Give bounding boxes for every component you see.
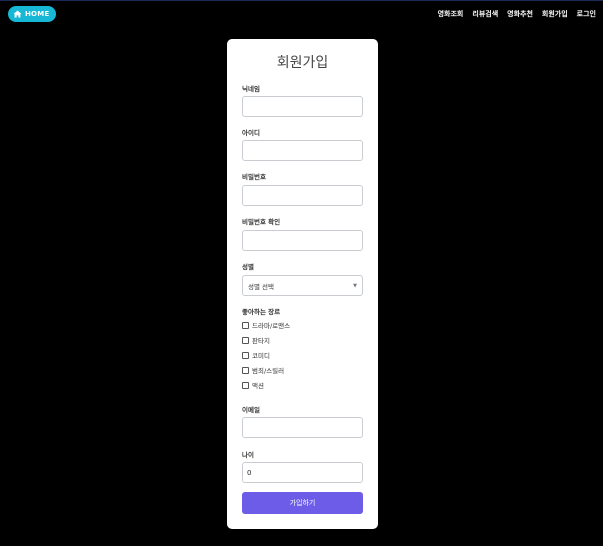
gender-select-value: 성별 선택 xyxy=(248,282,274,291)
home-button[interactable]: HOME xyxy=(8,6,57,22)
genre-checkbox-drama-romance[interactable]: 드라마/로맨스 xyxy=(242,320,290,330)
email-field[interactable] xyxy=(242,417,363,438)
genre-checkbox-crime-thriller[interactable]: 범죄/스릴러 xyxy=(242,365,284,375)
signup-card: 회원가입 닉네임 아이디 비밀번호 비밀번호 확인 성별 성별 선택 ▼ 좋아하… xyxy=(227,39,378,529)
nickname-label: 닉네임 xyxy=(242,85,260,93)
checkbox[interactable] xyxy=(242,336,249,344)
checkbox[interactable] xyxy=(242,351,249,359)
password-confirm-label: 비밀번호 확인 xyxy=(242,218,281,226)
page: HOME 영화조회 리뷰검색 영화추천 회원가입 로그인 회원가입 닉네임 아이… xyxy=(0,0,603,546)
chevron-down-icon: ▼ xyxy=(353,282,357,289)
top-navbar: HOME 영화조회 리뷰검색 영화추천 회원가입 로그인 xyxy=(0,1,603,27)
gender-label: 성별 xyxy=(242,263,254,271)
signup-submit-button[interactable]: 가입하기 xyxy=(242,492,363,514)
genre-checkbox-action[interactable]: 액션 xyxy=(242,380,264,390)
checkbox[interactable] xyxy=(242,366,249,374)
checkbox[interactable] xyxy=(242,321,249,329)
checkbox[interactable] xyxy=(242,381,249,389)
nickname-field[interactable] xyxy=(242,96,363,117)
checkbox-label: 액션 xyxy=(252,382,264,390)
nav-menu: 영화조회 리뷰검색 영화추천 회원가입 로그인 xyxy=(438,9,596,19)
home-icon xyxy=(13,10,22,18)
nav-movie-recommend[interactable]: 영화추천 xyxy=(507,9,533,19)
email-label: 이메일 xyxy=(242,406,260,414)
password-label: 비밀번호 xyxy=(242,173,266,181)
genres-label: 좋아하는 장르 xyxy=(242,308,281,316)
nav-signup[interactable]: 회원가입 xyxy=(542,9,568,19)
genre-checkbox-comedy[interactable]: 코미디 xyxy=(242,350,270,360)
nav-login[interactable]: 로그인 xyxy=(577,9,596,19)
gender-select[interactable]: 성별 선택 ▼ xyxy=(242,275,363,296)
checkbox-label: 코미디 xyxy=(252,352,270,360)
genre-checkbox-fantasy[interactable]: 판타지 xyxy=(242,335,270,345)
password-field[interactable] xyxy=(242,185,363,206)
age-field[interactable] xyxy=(242,462,363,483)
id-label: 아이디 xyxy=(242,129,260,137)
password-confirm-field[interactable] xyxy=(242,230,363,251)
checkbox-label: 드라마/로맨스 xyxy=(252,322,291,330)
id-field[interactable] xyxy=(242,140,363,161)
page-title: 회원가입 xyxy=(276,55,329,71)
nav-movie-search[interactable]: 영화조회 xyxy=(438,9,464,19)
nav-review-search[interactable]: 리뷰검색 xyxy=(472,9,498,19)
home-label: HOME xyxy=(25,10,50,18)
age-label: 나이 xyxy=(242,451,254,459)
checkbox-label: 판타지 xyxy=(252,337,270,345)
checkbox-label: 범죄/스릴러 xyxy=(252,367,285,375)
